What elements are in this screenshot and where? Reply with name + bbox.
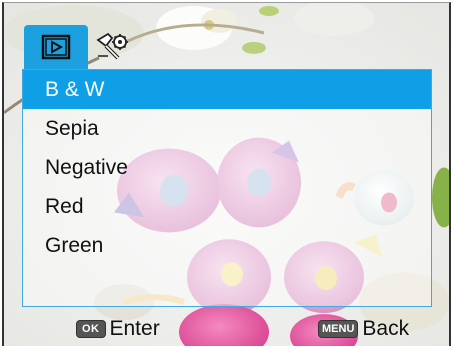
tab-playback[interactable] [24, 25, 88, 69]
menu-item-green[interactable]: Green [23, 226, 431, 265]
setup-icon [96, 32, 128, 60]
back-label: Back [362, 317, 410, 340]
effect-menu-panel: B & W Sepia Negative Red Green [22, 69, 432, 307]
menu-key-icon: MENU [318, 320, 359, 338]
effect-menu-list: B & W Sepia Negative Red Green [23, 70, 431, 265]
menu-item-negative[interactable]: Negative [23, 148, 431, 187]
playback-icon [41, 34, 71, 60]
back-hint: MENU Back [318, 316, 409, 342]
enter-hint: OK Enter [76, 316, 160, 342]
menu-item-red[interactable]: Red [23, 187, 431, 226]
menu-item-sepia[interactable]: Sepia [23, 109, 431, 148]
menu-item-bw[interactable]: B & W [23, 70, 431, 109]
ok-key-icon: OK [76, 320, 106, 338]
button-hints: OK Enter MENU Back [4, 311, 449, 345]
menu-tab-bar [4, 3, 449, 69]
tab-setup[interactable] [92, 25, 132, 69]
enter-label: Enter [109, 317, 160, 340]
camera-screen: B & W Sepia Negative Red Green OK Enter … [2, 2, 451, 346]
